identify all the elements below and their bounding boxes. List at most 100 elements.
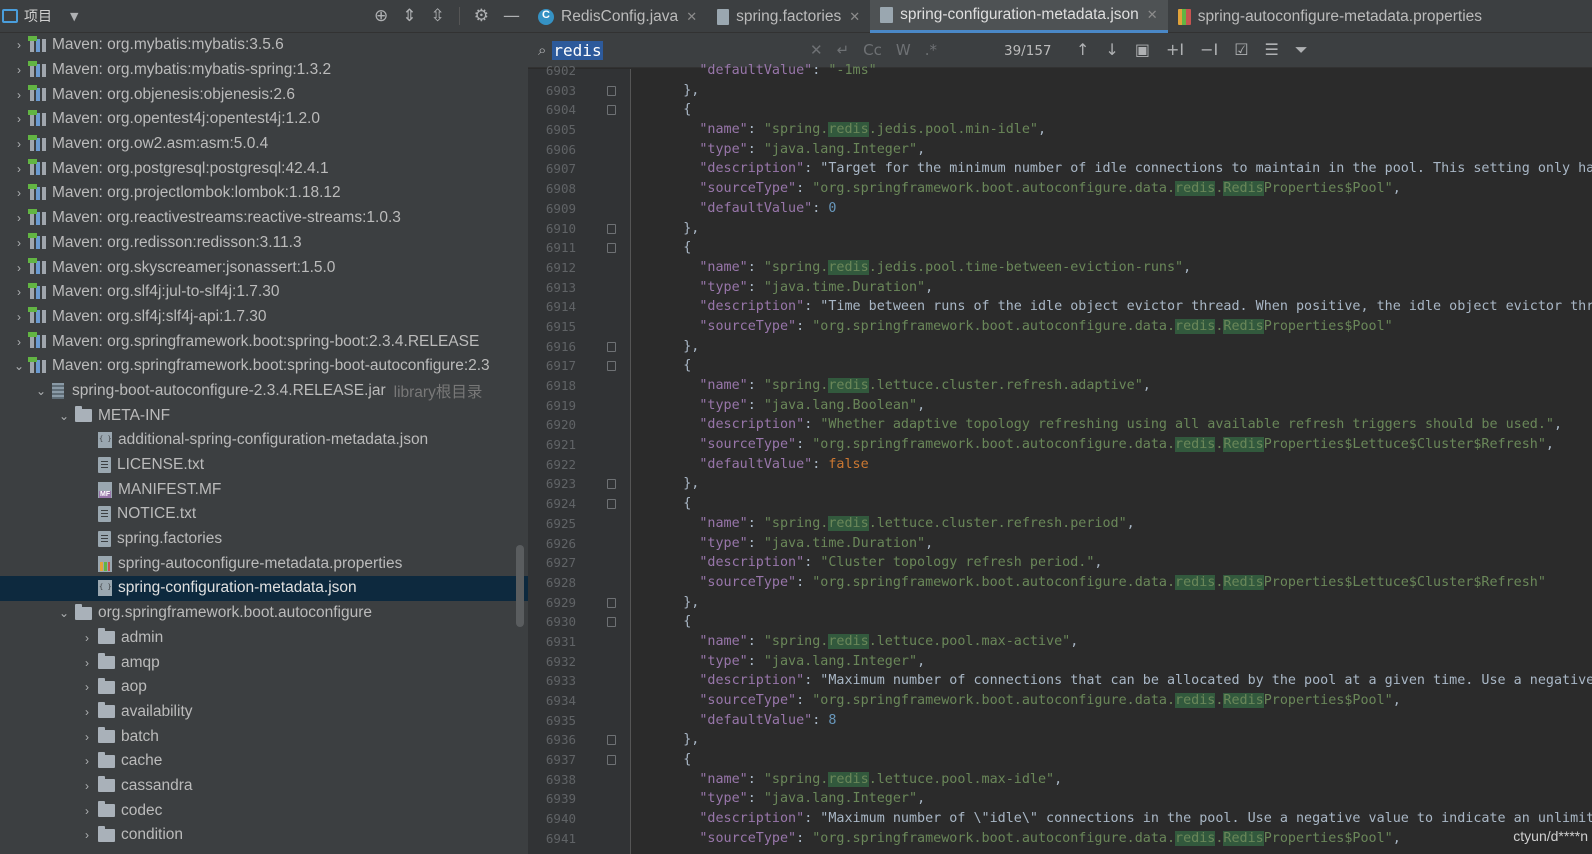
tree-item[interactable]: › condition	[0, 823, 528, 848]
code-line[interactable]: 6904 {	[528, 100, 1592, 120]
collapse-all-icon[interactable]: ⇳	[431, 6, 445, 26]
tree-item[interactable]: › Maven: org.ow2.asm:asm:5.0.4	[0, 132, 528, 157]
code-line[interactable]: 6914 "description": "Time between runs o…	[528, 297, 1592, 317]
chevron-right-icon[interactable]: ›	[80, 779, 94, 793]
tree-item[interactable]: additional-spring-configuration-metadata…	[0, 428, 528, 453]
code-line[interactable]: 6930 {	[528, 612, 1592, 632]
code-line[interactable]: 6915 "sourceType": "org.springframework.…	[528, 317, 1592, 337]
tree-item[interactable]: › availability	[0, 700, 528, 725]
code-line[interactable]: 6936 },	[528, 730, 1592, 750]
editor-tab[interactable]: spring-autoconfigure-metadata.properties	[1168, 0, 1492, 33]
fold-marker-icon[interactable]	[607, 105, 616, 116]
chevron-down-icon[interactable]: ⌄	[57, 409, 71, 423]
previous-occurrence-icon[interactable]: ↑	[1076, 40, 1089, 60]
regex-toggle[interactable]: .*	[925, 41, 937, 59]
fold-marker-icon[interactable]	[607, 361, 616, 372]
tree-item[interactable]: › Maven: org.slf4j:slf4j-api:1.7.30	[0, 305, 528, 330]
tree-item[interactable]: spring-configuration-metadata.json	[0, 576, 528, 601]
code-line[interactable]: 6927 "description": "Cluster topology re…	[528, 553, 1592, 573]
code-line[interactable]: 6908 "sourceType": "org.springframework.…	[528, 179, 1592, 199]
code-line[interactable]: 6938 "name": "spring.redis.lettuce.pool.…	[528, 770, 1592, 790]
chevron-right-icon[interactable]: ›	[12, 38, 26, 52]
chevron-right-icon[interactable]: ›	[12, 162, 26, 176]
chevron-right-icon[interactable]: ›	[12, 285, 26, 299]
tree-item[interactable]: LICENSE.txt	[0, 453, 528, 478]
tree-item[interactable]: › Maven: org.postgresql:postgresql:42.4.1	[0, 156, 528, 181]
code-line[interactable]: 6929 },	[528, 593, 1592, 613]
tree-item[interactable]: › amqp	[0, 650, 528, 675]
code-line[interactable]: 6935 "defaultValue": 8	[528, 711, 1592, 731]
code-line[interactable]: 6924 {	[528, 494, 1592, 514]
code-line[interactable]: 6903 },	[528, 81, 1592, 101]
code-line[interactable]: 6940 "description": "Maximum number of \…	[528, 809, 1592, 829]
editor-tab[interactable]: RedisConfig.java ✕	[528, 0, 707, 33]
chevron-right-icon[interactable]: ›	[80, 705, 94, 719]
code-line[interactable]: 6934 "sourceType": "org.springframework.…	[528, 691, 1592, 711]
match-case-toggle[interactable]: Cc	[863, 41, 882, 59]
code-line[interactable]: 6920 "description": "Whether adaptive to…	[528, 415, 1592, 435]
tree-item[interactable]: NOTICE.txt	[0, 502, 528, 527]
open-in-window-icon[interactable]: ▣	[1135, 40, 1150, 60]
code-line[interactable]: 6926 "type": "java.time.Duration",	[528, 534, 1592, 554]
code-line[interactable]: 6917 {	[528, 356, 1592, 376]
chevron-right-icon[interactable]: ›	[12, 236, 26, 250]
chevron-right-icon[interactable]: ›	[12, 310, 26, 324]
fold-marker-icon[interactable]	[607, 479, 616, 490]
filter-icon[interactable]: ⏷	[1295, 40, 1308, 60]
code-line[interactable]: 6923 },	[528, 474, 1592, 494]
code-line[interactable]: 6928 "sourceType": "org.springframework.…	[528, 573, 1592, 593]
fold-marker-icon[interactable]	[607, 597, 616, 608]
chevron-right-icon[interactable]: ›	[80, 754, 94, 768]
chevron-right-icon[interactable]: ›	[80, 730, 94, 744]
search-input[interactable]: redis	[552, 40, 603, 60]
next-occurrence-icon[interactable]: ↓	[1105, 40, 1118, 60]
tree-scrollbar[interactable]	[516, 545, 524, 627]
chevron-right-icon[interactable]: ›	[12, 261, 26, 275]
locate-icon[interactable]: ⊕	[374, 6, 388, 26]
chevron-right-icon[interactable]: ›	[80, 631, 94, 645]
expand-all-icon[interactable]: ⇕	[402, 6, 416, 26]
tree-item[interactable]: › batch	[0, 724, 528, 749]
tree-item[interactable]: › Maven: org.mybatis:mybatis-spring:1.3.2	[0, 58, 528, 83]
code-line[interactable]: 6941 "sourceType": "org.springframework.…	[528, 829, 1592, 849]
chevron-right-icon[interactable]: ›	[12, 63, 26, 77]
gear-icon[interactable]: ⚙	[474, 6, 489, 26]
chevron-right-icon[interactable]: ›	[80, 656, 94, 670]
fold-marker-icon[interactable]	[607, 85, 616, 96]
code-line[interactable]: 6939 "type": "java.lang.Integer",	[528, 789, 1592, 809]
chevron-right-icon[interactable]: ›	[12, 211, 26, 225]
code-line[interactable]: 6912 "name": "spring.redis.jedis.pool.ti…	[528, 258, 1592, 278]
chevron-right-icon[interactable]: ›	[80, 680, 94, 694]
new-line-icon[interactable]: ↵	[837, 41, 850, 59]
chevron-down-icon[interactable]: ▼	[70, 10, 78, 23]
tree-item[interactable]: spring-autoconfigure-metadata.properties	[0, 551, 528, 576]
editor-tab[interactable]: spring.factories ✕	[707, 0, 870, 33]
code-line[interactable]: 6910 },	[528, 219, 1592, 239]
search-icon[interactable]: ⌕	[538, 41, 546, 59]
close-icon[interactable]: ✕	[686, 9, 697, 25]
fold-marker-icon[interactable]	[607, 341, 616, 352]
tree-item[interactable]: › cache	[0, 749, 528, 774]
code-line[interactable]: 6913 "type": "java.time.Duration",	[528, 278, 1592, 298]
tree-item[interactable]: › Maven: org.projectlombok:lombok:1.18.12	[0, 181, 528, 206]
chevron-down-icon[interactable]: ⌄	[57, 606, 71, 620]
chevron-down-icon[interactable]: ⌄	[12, 359, 26, 373]
tree-item[interactable]: › Maven: org.opentest4j:opentest4j:1.2.0	[0, 107, 528, 132]
editor-tab[interactable]: spring-configuration-metadata.json ✕	[870, 0, 1168, 33]
fold-marker-icon[interactable]	[607, 755, 616, 766]
project-panel-title[interactable]: 项目	[24, 6, 52, 26]
code-line[interactable]: 6911 {	[528, 238, 1592, 258]
remove-occurrence-icon[interactable]: −Ⅰ	[1200, 40, 1218, 60]
code-line[interactable]: 6905 "name": "spring.redis.jedis.pool.mi…	[528, 120, 1592, 140]
tree-item[interactable]: › Maven: org.slf4j:jul-to-slf4j:1.7.30	[0, 280, 528, 305]
code-line[interactable]: 6916 },	[528, 337, 1592, 357]
code-line[interactable]: 6937 {	[528, 750, 1592, 770]
tree-item[interactable]: › Maven: org.springframework.boot:spring-…	[0, 329, 528, 354]
code-line[interactable]: 6933 "description": "Maximum number of c…	[528, 671, 1592, 691]
code-line[interactable]: 6932 "type": "java.lang.Integer",	[528, 652, 1592, 672]
tree-item[interactable]: ⌄ META-INF	[0, 403, 528, 428]
chevron-right-icon[interactable]: ›	[12, 137, 26, 151]
words-toggle[interactable]: W	[896, 41, 911, 59]
tree-item[interactable]: › codec	[0, 798, 528, 823]
clear-search-icon[interactable]: ✕	[810, 41, 823, 59]
